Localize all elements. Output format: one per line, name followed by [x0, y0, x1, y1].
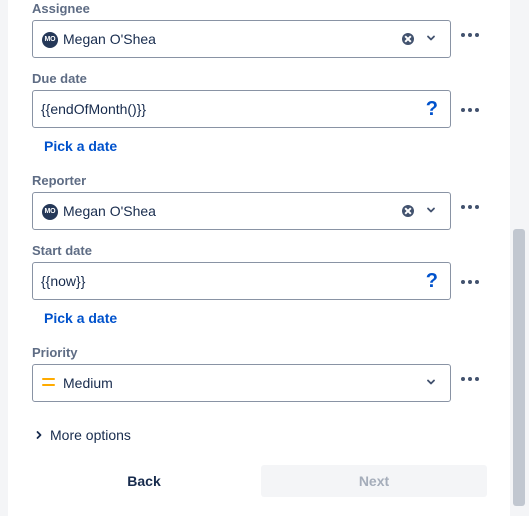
assignee-value: Megan O'Shea — [63, 31, 156, 47]
assignee-label: Assignee — [32, 1, 90, 16]
pick-a-date-link[interactable]: Pick a date — [44, 310, 117, 326]
reporter-value: Megan O'Shea — [63, 203, 156, 219]
clear-icon[interactable] — [402, 205, 414, 217]
more-options-label: More options — [50, 427, 131, 443]
chevron-down-icon[interactable] — [426, 205, 436, 215]
start-date-input[interactable]: {{now}} ? — [32, 262, 451, 300]
chevron-down-icon[interactable] — [426, 33, 436, 43]
chevron-down-icon[interactable] — [426, 377, 436, 387]
priority-label: Priority — [32, 345, 78, 360]
back-button[interactable]: Back — [32, 466, 256, 496]
assignee-select[interactable]: MO Megan O'Shea — [32, 20, 451, 58]
due-date-label: Due date — [32, 71, 87, 86]
help-icon[interactable]: ? — [426, 270, 438, 293]
priority-medium-icon — [42, 378, 56, 388]
reporter-select[interactable]: MO Megan O'Shea — [32, 192, 451, 230]
scrollbar-thumb[interactable] — [513, 229, 525, 506]
chevron-right-icon — [36, 431, 42, 439]
due-date-value: {{endOfMonth()}} — [41, 101, 147, 117]
more-icon[interactable] — [460, 278, 482, 286]
avatar: MO — [42, 204, 58, 220]
next-button[interactable]: Next — [261, 465, 487, 497]
more-icon[interactable] — [460, 31, 482, 39]
more-icon[interactable] — [460, 106, 482, 114]
priority-select[interactable]: Medium — [32, 364, 451, 402]
more-icon[interactable] — [460, 375, 482, 383]
more-options-toggle[interactable]: More options — [34, 427, 131, 443]
start-date-label: Start date — [32, 243, 92, 258]
start-date-value: {{now}} — [41, 273, 86, 289]
reporter-label: Reporter — [32, 173, 87, 188]
clear-icon[interactable] — [402, 33, 414, 45]
priority-value: Medium — [63, 375, 113, 391]
help-icon[interactable]: ? — [426, 98, 438, 121]
more-icon[interactable] — [460, 203, 482, 211]
avatar: MO — [42, 32, 58, 48]
due-date-input[interactable]: {{endOfMonth()}} ? — [32, 90, 451, 128]
pick-a-date-link[interactable]: Pick a date — [44, 138, 117, 154]
